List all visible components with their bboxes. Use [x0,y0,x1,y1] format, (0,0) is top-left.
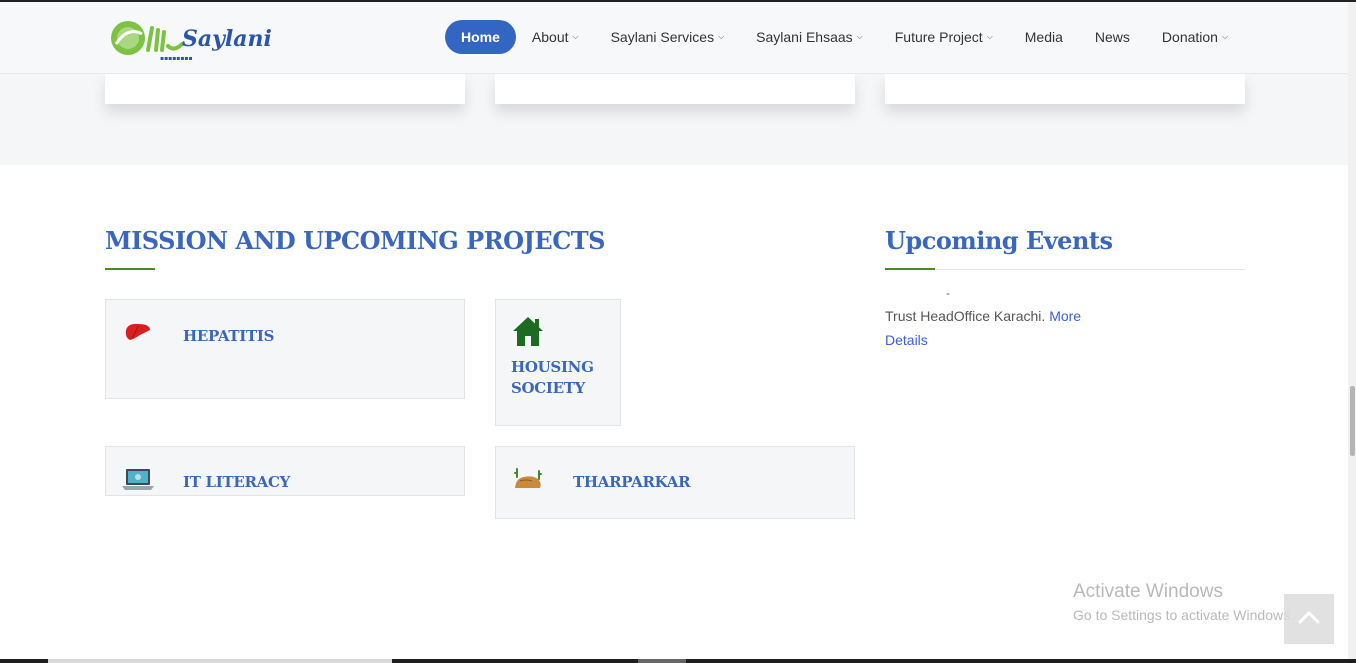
project-label: IT LITERACY [183,473,291,491]
taskbar-segment [638,659,686,663]
chevron-down-icon: ⌵ [1221,32,1229,41]
main-nav: Home About ⌵ Saylani Services ⌵ Saylani Eh… [445,20,1244,54]
project-label: HEPATITIS [183,327,275,345]
event-location: Trust HeadOffice Karachi. [885,308,1046,324]
nav-home[interactable]: Home [445,20,516,54]
back-to-top-button[interactable] [1284,594,1334,644]
laptop-icon [121,467,155,495]
event-date-separator: - [946,286,950,300]
chevron-up-icon [1298,610,1320,629]
nav-media[interactable]: Media [1009,20,1079,54]
project-it-literacy[interactable]: IT LITERACY [105,446,465,496]
service-card[interactable] [105,74,465,104]
service-card[interactable] [495,74,855,104]
project-tharparkar[interactable]: THARPARKAR [495,446,855,519]
title-underline [105,268,155,270]
nav-news[interactable]: News [1079,20,1146,54]
scrollbar-thumb[interactable] [1350,386,1355,456]
activate-windows-title: Activate Windows [1073,581,1223,602]
project-housing-society[interactable]: HOUSING SOCIETY [495,299,621,426]
svg-text:▪▪▪▪▪▪▪▪: ▪▪▪▪▪▪▪▪ [160,55,193,62]
service-card[interactable] [885,74,1245,104]
nav-saylani-services[interactable]: Saylani Services ⌵ [595,20,741,54]
chevron-down-icon: ⌵ [986,32,993,41]
event-item: Trust HeadOffice Karachi. More Details [885,304,1105,352]
activate-windows-subtitle: Go to Settings to activate Windows. [1073,607,1294,623]
nav-donation[interactable]: Donation ⌵ [1146,20,1244,54]
nav-saylani-ehsaas[interactable]: Saylani Ehsaas ⌵ [740,20,879,54]
events-divider [885,269,1245,270]
project-label: THARPARKAR [573,473,691,491]
title-underline [885,268,935,270]
chevron-down-icon: ⌵ [856,32,863,41]
page-scrollbar[interactable] [1348,2,1356,663]
saylani-logo[interactable]: Saylani ▪▪▪▪▪▪▪▪ [108,16,290,62]
desert-rock-icon [512,467,544,496]
site-header: Saylani ▪▪▪▪▪▪▪▪ Home About ⌵ Saylani Ser… [0,2,1348,74]
taskbar-segment [48,659,392,663]
nav-about[interactable]: About ⌵ [516,20,595,54]
chevron-down-icon: ⌵ [718,32,725,41]
chevron-down-icon: ⌵ [572,32,579,41]
liver-icon [124,322,152,347]
project-label: HOUSING SOCIETY [511,358,594,397]
house-icon [511,315,545,352]
project-hepatitis[interactable]: HEPATITIS [105,299,465,399]
events-title: Upcoming Events [885,226,1113,255]
mission-title: MISSION AND UPCOMING PROJECTS [105,226,606,255]
svg-text:Saylani: Saylani [182,26,272,52]
services-band [0,74,1348,165]
nav-future-project[interactable]: Future Project ⌵ [879,20,1009,54]
